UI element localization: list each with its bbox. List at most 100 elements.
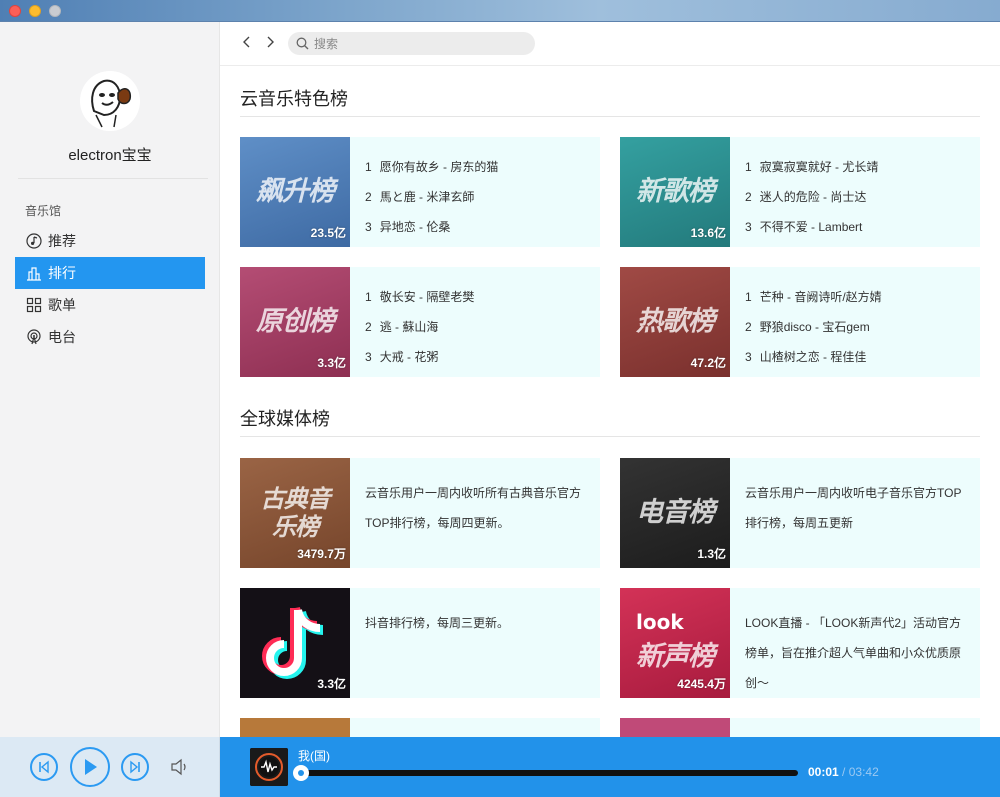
total-time: 03:42 (848, 765, 879, 779)
search-icon (296, 37, 309, 50)
chart-card-douyin[interactable]: 3.3亿 抖音排行榜，每周三更新。 (240, 588, 600, 698)
back-button[interactable] (239, 33, 255, 51)
sidebar-item-label: 排行 (48, 265, 76, 281)
next-button[interactable] (121, 753, 149, 781)
window-minimize-button[interactable] (29, 5, 41, 17)
chart-cover[interactable]: 3.3亿 (240, 588, 350, 698)
list-item[interactable]: 3 山楂树之恋 - 程佳佳 (745, 343, 882, 373)
chart-cover[interactable]: 热歌榜 47.2亿 (620, 267, 730, 377)
main-content: 云音乐特色榜 飙升榜 23.5亿 1 愿你有故乡 - 房东的猫 2 馬と鹿 - 米津… (220, 67, 1000, 737)
chart-cover[interactable]: 飙升榜 23.5亿 (240, 137, 350, 247)
track-list: 1 芒种 - 音阙诗听/赵方婧 2 野狼disco - 宝石gem 3 山楂树之恋 -… (730, 267, 882, 377)
chart-card-partial[interactable] (620, 718, 980, 737)
track-list: 1 愿你有故乡 - 房东的猫 2 馬と鹿 - 米津玄師 3 异地恋 - 伦桑 (350, 137, 498, 247)
sidebar: electron宝宝 音乐馆 推荐 排行 歌单 电台 (0, 22, 220, 737)
chart-card-classical[interactable]: 古典音乐榜 3479.7万 云音乐用户一周内收听所有古典音乐官方TOP排行榜，每… (240, 458, 600, 568)
play-count: 23.5亿 (310, 226, 346, 240)
progress-knob[interactable] (293, 765, 310, 781)
grid-icon (25, 296, 43, 314)
divider (240, 116, 980, 117)
topbar (220, 22, 1000, 66)
chart-cover[interactable]: 古典音乐榜 3479.7万 (240, 458, 350, 568)
list-item[interactable]: 1 敬长安 - 隔壁老樊 (365, 283, 474, 313)
list-item[interactable]: 3 不得不爱 - Lambert (745, 213, 878, 243)
skip-next-icon (130, 760, 140, 774)
play-count: 13.6亿 (690, 226, 726, 240)
sidebar-item-recommend[interactable]: 推荐 (15, 225, 205, 257)
track-list: 1 寂寞寂寞就好 - 尤长靖 2 迷人的危险 - 尚士达 3 不得不爱 - Lambe… (730, 137, 878, 247)
list-item[interactable]: 1 寂寞寂寞就好 - 尤长靖 (745, 153, 878, 183)
window-close-button[interactable] (9, 5, 21, 17)
time-display: 00:01 / 03:42 (808, 765, 879, 779)
previous-button[interactable] (30, 753, 58, 781)
search-input[interactable] (314, 36, 524, 51)
avatar[interactable] (80, 71, 140, 131)
chart-card-electronic[interactable]: 电音榜 1.3亿 云音乐用户一周内收听电子音乐官方TOP排行榜，每周五更新 (620, 458, 980, 568)
play-count: 47.2亿 (690, 356, 726, 370)
sidebar-nav: 推荐 排行 歌单 电台 (15, 225, 205, 353)
chart-description: LOOK直播 - 「LOOK新声代2」活动官方榜单，旨在推介超人气单曲和小众优质… (745, 616, 962, 690)
chart-description: 抖音排行榜，每周三更新。 (365, 616, 510, 630)
now-playing-bar: 我(国) 00:01 / 03:42 (220, 737, 1000, 797)
sidebar-item-label: 电台 (48, 329, 76, 345)
play-count: 3479.7万 (297, 547, 346, 561)
play-count: 3.3亿 (317, 356, 346, 370)
chevron-right-icon (267, 36, 274, 48)
list-item[interactable]: 1 愿你有故乡 - 房东的猫 (365, 153, 498, 183)
sidebar-section-title: 音乐馆 (25, 204, 62, 218)
divider (18, 178, 208, 179)
sidebar-item-radio[interactable]: 电台 (15, 321, 205, 353)
list-item[interactable]: 2 迷人的危险 - 尚士达 (745, 183, 878, 213)
list-item[interactable]: 2逃 - 蘇山海 (365, 313, 474, 343)
play-count: 1.3亿 (697, 547, 726, 561)
list-item[interactable]: 3 异地恋 - 伦桑 (365, 213, 498, 243)
chart-card-original[interactable]: 原创榜 3.3亿 1 敬长安 - 隔壁老樊 2逃 - 蘇山海 3 大戒 - 花粥 (240, 267, 600, 377)
window-titlebar[interactable] (0, 0, 1000, 22)
chart-card-soaring[interactable]: 飙升榜 23.5亿 1 愿你有故乡 - 房东的猫 2 馬と鹿 - 米津玄師 3 异地恋… (240, 137, 600, 247)
play-count: 3.3亿 (317, 677, 346, 691)
chart-cover[interactable]: 电音榜 1.3亿 (620, 458, 730, 568)
player-controls (0, 737, 220, 797)
chart-cover[interactable]: look 新声榜 4245.4万 (620, 588, 730, 698)
chart-cover[interactable]: 原创榜 3.3亿 (240, 267, 350, 377)
sidebar-item-label: 推荐 (48, 233, 76, 249)
forward-button[interactable] (262, 33, 278, 51)
play-icon (85, 759, 97, 775)
current-time: 00:01 (808, 765, 839, 779)
volume-button[interactable] (170, 758, 190, 781)
list-item[interactable]: 2 馬と鹿 - 米津玄師 (365, 183, 498, 213)
chart-description: 云音乐用户一周内收听所有古典音乐官方TOP排行榜，每周四更新。 (365, 486, 582, 530)
avatar-image (80, 71, 140, 131)
username: electron宝宝 (68, 147, 152, 164)
section-title-global: 全球媒体榜 (240, 409, 330, 429)
radio-icon (25, 328, 43, 346)
chart-card-new[interactable]: 新歌榜 13.6亿 1 寂寞寂寞就好 - 尤长靖 2 迷人的危险 - 尚士达 3 不得… (620, 137, 980, 247)
divider (240, 436, 980, 437)
chart-card-look[interactable]: look 新声榜 4245.4万 LOOK直播 - 「LOOK新声代2」活动官方… (620, 588, 980, 698)
music-note-icon (25, 232, 43, 250)
song-title: 我(国) (298, 749, 330, 763)
album-art-icon (250, 748, 288, 786)
track-list: 1 敬长安 - 隔壁老樊 2逃 - 蘇山海 3 大戒 - 花粥 (350, 267, 474, 377)
chart-card-partial[interactable] (240, 718, 600, 737)
chart-cover[interactable]: 新歌榜 13.6亿 (620, 137, 730, 247)
sidebar-item-label: 歌单 (48, 297, 76, 313)
chart-cover[interactable] (240, 718, 350, 737)
sidebar-item-playlist[interactable]: 歌单 (15, 289, 205, 321)
progress-bar[interactable] (293, 765, 798, 781)
section-title-featured: 云音乐特色榜 (240, 89, 348, 109)
search-box[interactable] (288, 32, 535, 55)
skip-previous-icon (39, 760, 49, 774)
list-item[interactable]: 2 野狼disco - 宝石gem (745, 313, 882, 343)
chart-card-hot[interactable]: 热歌榜 47.2亿 1 芒种 - 音阙诗听/赵方婧 2 野狼disco - 宝石ge… (620, 267, 980, 377)
list-item[interactable]: 3 大戒 - 花粥 (365, 343, 474, 373)
chart-cover[interactable] (620, 718, 730, 737)
play-button[interactable] (70, 747, 110, 787)
window-zoom-button[interactable] (49, 5, 61, 17)
list-item[interactable]: 1 芒种 - 音阙诗听/赵方婧 (745, 283, 882, 313)
now-playing-cover[interactable] (250, 748, 288, 786)
chart-description: 云音乐用户一周内收听电子音乐官方TOP排行榜，每周五更新 (745, 486, 962, 530)
sidebar-item-rank[interactable]: 排行 (15, 257, 205, 289)
chevron-left-icon (243, 36, 250, 48)
bar-chart-icon (25, 264, 43, 282)
